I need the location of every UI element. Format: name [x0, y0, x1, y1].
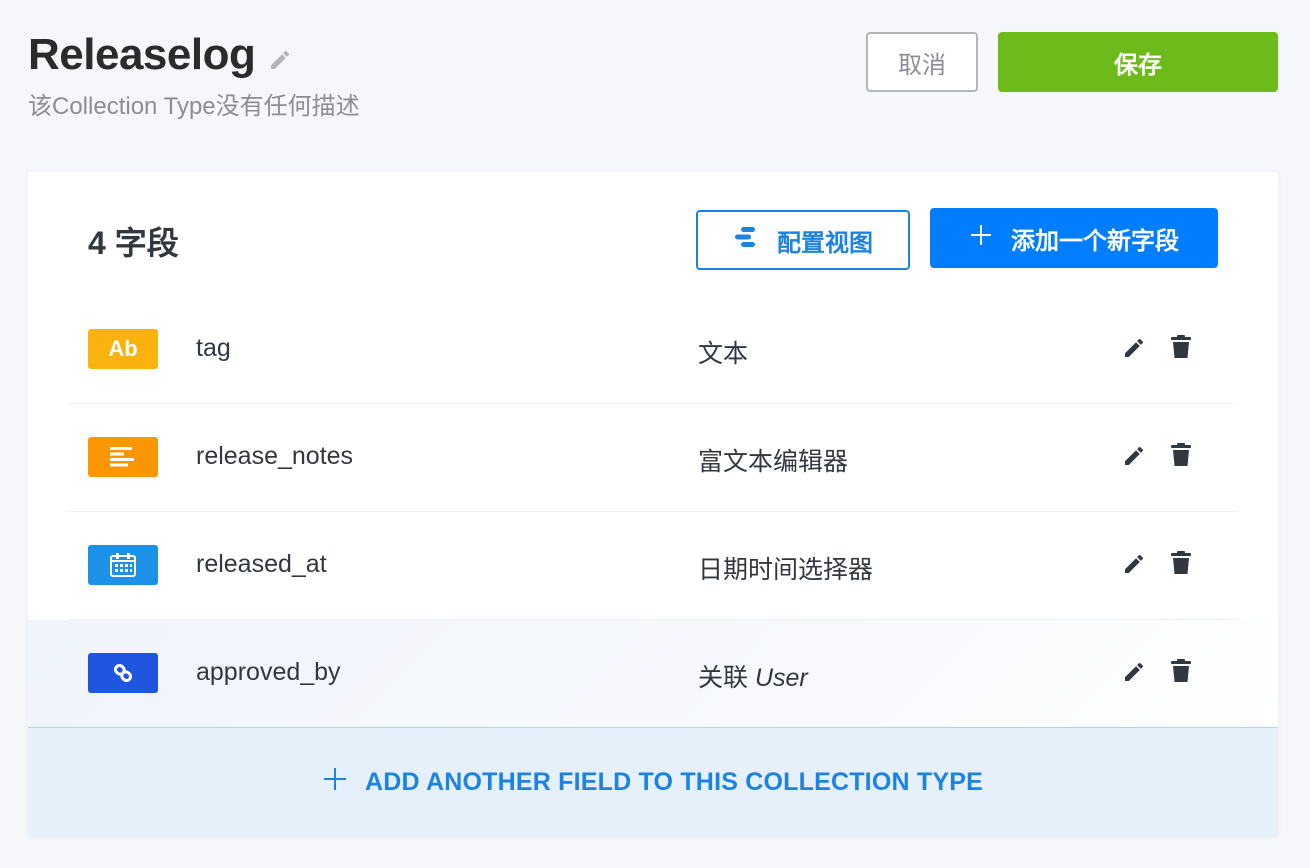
field-type: 关联 User: [698, 658, 808, 694]
trash-icon[interactable]: [1170, 335, 1192, 359]
link-icon: [88, 653, 158, 693]
add-another-field-button[interactable]: ADD ANOTHER FIELD TO THIS COLLECTION TYP…: [28, 728, 1278, 836]
field-type: 日期时间选择器: [698, 556, 874, 584]
text-icon: Ab: [88, 329, 158, 369]
list-settings-icon: [733, 226, 759, 255]
field-count: 4 字段: [88, 225, 179, 261]
edit-pencil-icon[interactable]: [267, 47, 293, 73]
plus-icon: [323, 767, 347, 798]
trash-icon[interactable]: [1170, 551, 1192, 575]
trash-icon[interactable]: [1170, 659, 1192, 683]
fields-card-header: 4 字段 配置视图 添加一个新字段: [28, 172, 1278, 296]
richtext-icon: [88, 437, 158, 477]
configure-view-label: 配置视图: [777, 229, 873, 257]
trash-icon[interactable]: [1170, 443, 1192, 467]
page-header: Releaselog 该Collection Type没有任何描述 取消 保存: [28, 26, 1278, 126]
field-name: release_notes: [196, 442, 354, 470]
plus-icon: [969, 223, 993, 254]
edit-pencil-icon[interactable]: [1122, 444, 1146, 468]
fields-card: 4 字段 配置视图 添加一个新字段 Ab tag 文本 release_note…: [28, 172, 1278, 836]
cancel-button[interactable]: 取消: [866, 32, 978, 92]
field-name: released_at: [196, 550, 327, 578]
field-name: approved_by: [196, 658, 341, 686]
field-name: tag: [196, 334, 231, 362]
add-field-button[interactable]: 添加一个新字段: [930, 208, 1218, 268]
content-type-builder-page: Releaselog 该Collection Type没有任何描述 取消 保存 …: [0, 0, 1310, 868]
save-button[interactable]: 保存: [998, 32, 1278, 92]
edit-pencil-icon[interactable]: [1122, 660, 1146, 684]
field-row-approved-by[interactable]: approved_by 关联 User: [28, 620, 1278, 728]
field-row-released-at[interactable]: released_at 日期时间选择器: [28, 512, 1278, 620]
configure-view-button[interactable]: 配置视图: [696, 210, 910, 270]
field-row-release-notes[interactable]: release_notes 富文本编辑器: [28, 404, 1278, 512]
relation-target: User: [754, 664, 808, 692]
edit-pencil-icon[interactable]: [1122, 336, 1146, 360]
add-field-label: 添加一个新字段: [1011, 227, 1179, 255]
add-another-field-label: ADD ANOTHER FIELD TO THIS COLLECTION TYP…: [365, 767, 983, 796]
calendar-icon: [88, 545, 158, 585]
page-title: Releaselog: [28, 30, 256, 79]
field-type: 文本: [698, 340, 749, 368]
fields-list: Ab tag 文本 release_notes 富文本编辑器 released_…: [28, 296, 1278, 728]
relation-label: 关联: [698, 664, 749, 692]
field-type: 富文本编辑器: [698, 448, 849, 476]
field-row-tag[interactable]: Ab tag 文本: [28, 296, 1278, 404]
edit-pencil-icon[interactable]: [1122, 552, 1146, 576]
